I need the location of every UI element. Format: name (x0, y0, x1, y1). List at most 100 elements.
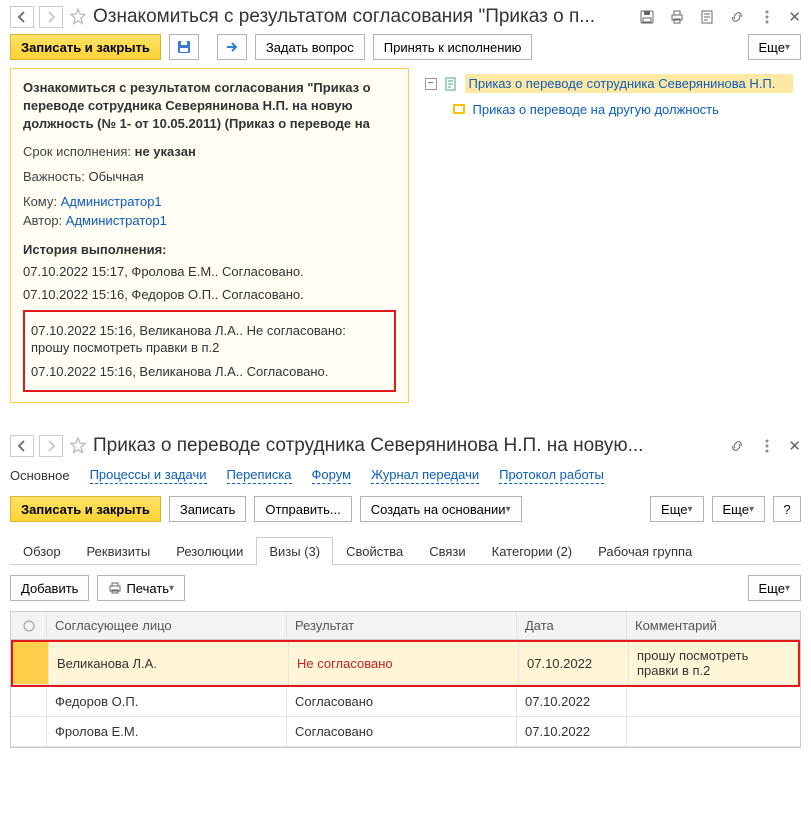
tab-requisites[interactable]: Реквизиты (74, 537, 164, 565)
ask-question-button[interactable]: Задать вопрос (255, 34, 365, 60)
window-title: Приказ о переводе сотрудника Северянинов… (93, 435, 643, 457)
cell-date: 07.10.2022 (517, 717, 627, 746)
tree-minus-icon[interactable]: − (425, 78, 437, 90)
navtab-main[interactable]: Основное (10, 468, 70, 483)
kebab-menu-icon[interactable] (758, 437, 776, 455)
accept-execution-button[interactable]: Принять к исполнению (373, 34, 533, 60)
to-value[interactable]: Администратор1 (61, 194, 162, 209)
attachment-sub[interactable]: Приказ о переводе на другую должность (473, 102, 719, 117)
col-date[interactable]: Дата (517, 612, 627, 639)
deadline-label: Срок исполнения: (23, 144, 131, 159)
nav-back-button[interactable] (10, 6, 34, 28)
navtab-correspondence[interactable]: Переписка (227, 467, 292, 484)
importance-value: Обычная (88, 169, 143, 184)
more-button[interactable]: Еще (748, 575, 801, 601)
history-entry: 07.10.2022 15:16, Великанова Л.А.. Не со… (31, 322, 388, 357)
nav-forward-button[interactable] (39, 435, 63, 457)
author-label: Автор: (23, 213, 62, 228)
grid-row[interactable]: Фролова Е.М. Согласовано 07.10.2022 (11, 717, 800, 747)
history-highlight-box: 07.10.2022 15:16, Великанова Л.А.. Не со… (23, 310, 396, 393)
titlebar-lower: Приказ о переводе сотрудника Северянинов… (10, 435, 801, 457)
task-card-title: Ознакомиться с результатом согласования … (23, 79, 396, 134)
history-entry: 07.10.2022 15:17, Фролова Е.М.. Согласов… (23, 263, 396, 281)
link-icon[interactable] (728, 8, 746, 26)
importance-label: Важность: (23, 169, 85, 184)
save-and-close-button[interactable]: Записать и закрыть (10, 496, 161, 522)
tab-properties[interactable]: Свойства (333, 537, 416, 565)
document-tabs: Обзор Реквизиты Резолюции Визы (3) Свойс… (10, 536, 801, 565)
navtab-processes[interactable]: Процессы и задачи (90, 467, 207, 484)
document-icon (443, 76, 459, 92)
tab-visas[interactable]: Визы (3) (256, 537, 333, 565)
forward-arrow-button[interactable] (217, 34, 247, 60)
grid-row[interactable]: Великанова Л.А. Не согласовано 07.10.202… (13, 642, 798, 685)
nav-forward-button[interactable] (39, 6, 63, 28)
tab-categories[interactable]: Категории (2) (479, 537, 586, 565)
cell-result: Не согласовано (289, 642, 519, 684)
navtab-protocol[interactable]: Протокол работы (499, 467, 604, 484)
save-floppy-icon[interactable] (638, 8, 656, 26)
attachments-panel: − Приказ о переводе сотрудника Северянин… (417, 68, 802, 121)
history-entry: 07.10.2022 15:16, Федоров О.П.. Согласов… (23, 286, 396, 304)
more-button-2[interactable]: Еще (712, 496, 765, 522)
tab-overview[interactable]: Обзор (10, 537, 74, 565)
print-button[interactable]: Печать (97, 575, 185, 601)
cell-person: Фролова Е.М. (47, 717, 287, 746)
word-doc-icon (451, 101, 467, 117)
row-marker (13, 642, 49, 684)
visas-grid: Согласующее лицо Результат Дата Коммента… (10, 611, 801, 748)
cell-result: Согласовано (287, 687, 517, 716)
grid-highlight-box: Великанова Л.А. Не согласовано 07.10.202… (11, 640, 800, 687)
tab-workgroup[interactable]: Рабочая группа (585, 537, 705, 565)
toolbar: Записать и закрыть Задать вопрос Принять… (10, 34, 801, 60)
tab-resolutions[interactable]: Резолюции (163, 537, 256, 565)
report-icon[interactable] (698, 8, 716, 26)
cell-result: Согласовано (287, 717, 517, 746)
row-marker (11, 717, 47, 746)
create-based-button[interactable]: Создать на основании (360, 496, 522, 522)
favorite-star-icon[interactable] (69, 8, 87, 26)
attachment-main[interactable]: Приказ о переводе сотрудника Северянинов… (465, 74, 794, 93)
navtab-forum[interactable]: Форум (312, 467, 352, 484)
close-button[interactable]: ✕ (788, 8, 801, 26)
cell-date: 07.10.2022 (519, 642, 629, 684)
row-marker (11, 687, 47, 716)
save-button[interactable]: Записать (169, 496, 247, 522)
send-button[interactable]: Отправить... (254, 496, 351, 522)
titlebar: Ознакомиться с результатом согласования … (10, 6, 801, 28)
grid-row[interactable]: Федоров О.П. Согласовано 07.10.2022 (11, 687, 800, 717)
toolbar-lower: Записать и закрыть Записать Отправить...… (10, 496, 801, 522)
grid-header: Согласующее лицо Результат Дата Коммента… (11, 612, 800, 640)
more-button[interactable]: Еще (650, 496, 703, 522)
save-and-close-button[interactable]: Записать и закрыть (10, 34, 161, 60)
deadline-value: не указан (135, 144, 196, 159)
cell-person: Великанова Л.А. (49, 642, 289, 684)
navigation-tabs: Основное Процессы и задачи Переписка Фор… (10, 467, 801, 484)
link-icon[interactable] (728, 437, 746, 455)
add-button[interactable]: Добавить (10, 575, 89, 601)
favorite-star-icon[interactable] (69, 437, 87, 455)
col-comment[interactable]: Комментарий (627, 612, 800, 639)
nav-back-button[interactable] (10, 435, 34, 457)
tab-links[interactable]: Связи (416, 537, 478, 565)
task-card: Ознакомиться с результатом согласования … (10, 68, 409, 403)
cell-person: Федоров О.П. (47, 687, 287, 716)
cell-comment: прошу посмотреть правки в п.2 (629, 642, 798, 684)
print-icon[interactable] (668, 8, 686, 26)
col-result[interactable]: Результат (287, 612, 517, 639)
more-button[interactable]: Еще (748, 34, 801, 60)
help-button[interactable]: ? (773, 496, 801, 522)
save-button[interactable] (169, 34, 199, 60)
grid-marker-header[interactable] (11, 612, 47, 639)
cell-comment (627, 717, 800, 746)
cell-date: 07.10.2022 (517, 687, 627, 716)
visas-toolbar: Добавить Печать Еще (10, 575, 801, 601)
print-label: Печать (126, 581, 169, 596)
history-entry: 07.10.2022 15:16, Великанова Л.А.. Согла… (31, 363, 388, 381)
col-person[interactable]: Согласующее лицо (47, 612, 287, 639)
author-value[interactable]: Администратор1 (66, 213, 167, 228)
window-title: Ознакомиться с результатом согласования … (93, 6, 595, 28)
kebab-menu-icon[interactable] (758, 8, 776, 26)
close-button[interactable]: ✕ (788, 437, 801, 455)
navtab-journal[interactable]: Журнал передачи (371, 467, 479, 484)
